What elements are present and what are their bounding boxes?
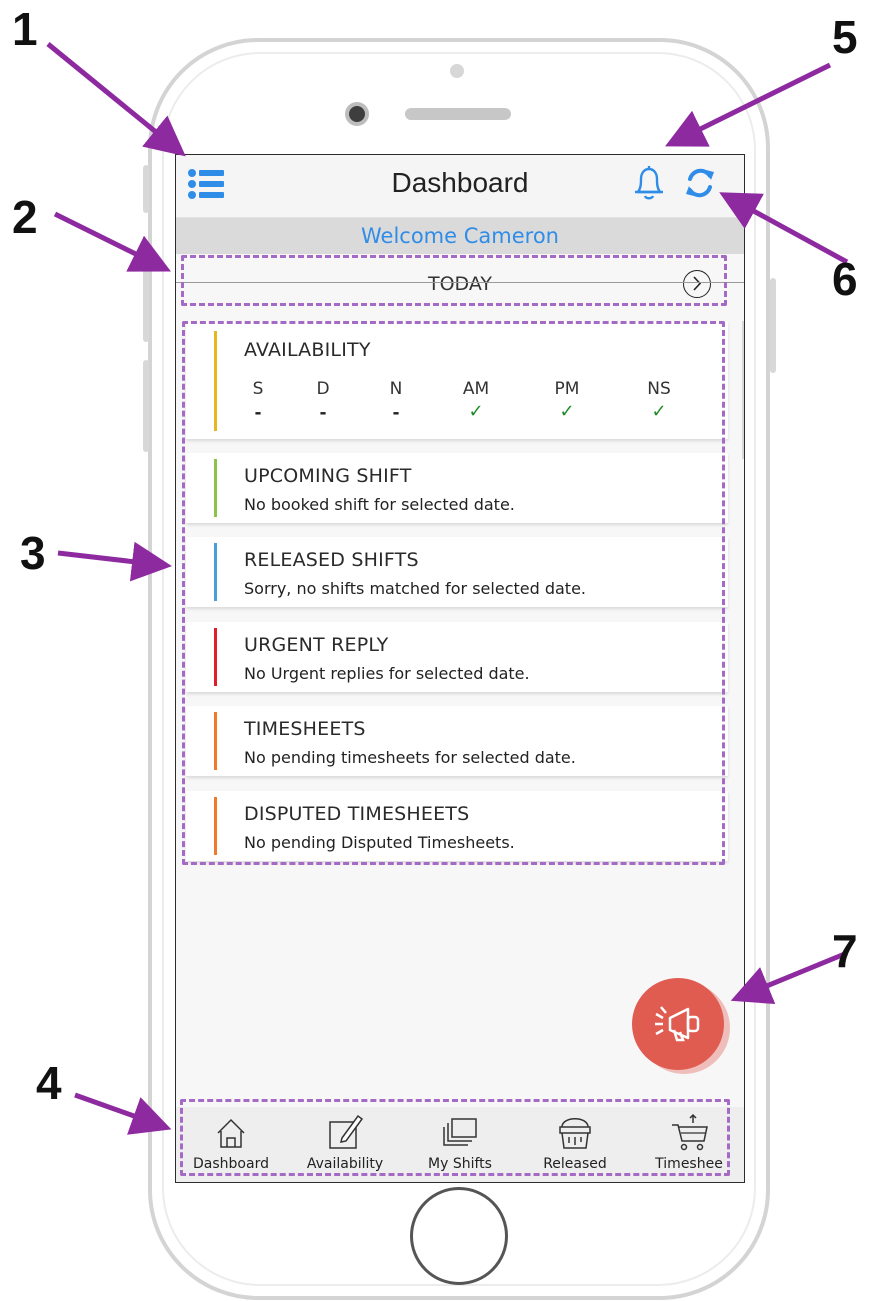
callout-number: 3 [20, 527, 46, 579]
arrow-7 [730, 950, 848, 1005]
arrow-6 [719, 192, 849, 265]
arrow-3 [57, 541, 172, 582]
callout-number: 2 [12, 191, 38, 243]
arrow-1 [46, 42, 186, 157]
callout-number: 7 [832, 925, 858, 977]
arrow-4 [74, 1092, 172, 1135]
callout-number: 4 [36, 1057, 62, 1109]
callout-number: 5 [832, 11, 858, 63]
callout-number: 1 [12, 3, 38, 55]
annotation-arrows [46, 42, 849, 1135]
arrow-2 [53, 211, 171, 272]
arrow-5 [665, 62, 832, 147]
callout-number: 6 [832, 253, 858, 305]
